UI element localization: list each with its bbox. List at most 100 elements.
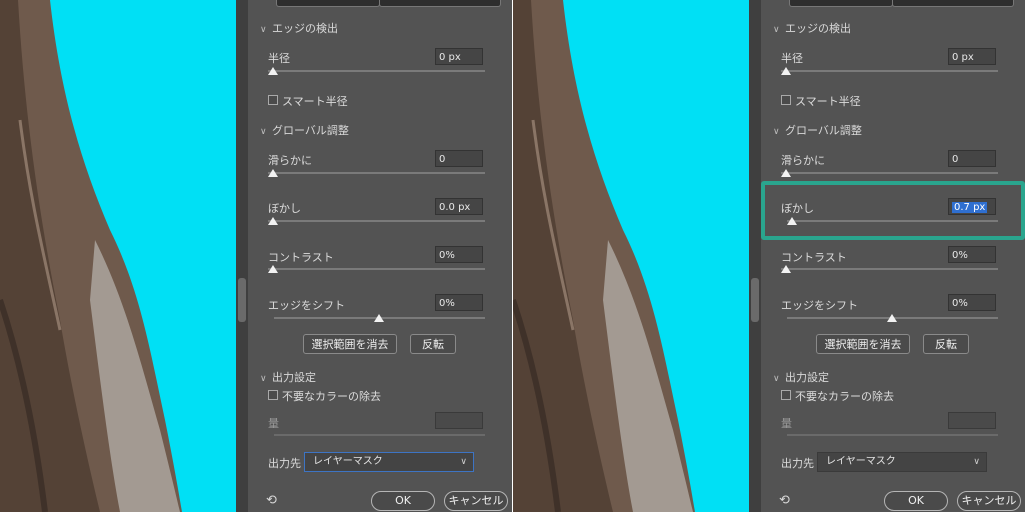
image-canvas[interactable] [513, 0, 749, 512]
tab-right[interactable] [379, 0, 501, 7]
section-title: エッジの検出 [785, 22, 851, 35]
radius-input[interactable]: 0 px [948, 48, 996, 65]
shift-edge-slider-handle[interactable] [887, 314, 897, 322]
contrast-input[interactable]: 0% [435, 246, 483, 263]
ok-button[interactable]: OK [884, 491, 948, 511]
smart-radius-checkbox[interactable] [781, 95, 791, 105]
reset-icon[interactable]: ⟲ [779, 493, 790, 508]
section-global-adjust[interactable]: ∨ グローバル調整 [260, 122, 349, 138]
chevron-down-icon: ∨ [260, 127, 267, 137]
amount-slider[interactable] [274, 434, 485, 436]
amount-input[interactable] [948, 412, 996, 429]
section-title: 出力設定 [272, 371, 316, 384]
cancel-button[interactable]: キャンセル [444, 491, 508, 511]
output-to-label: 出力先 [781, 457, 814, 470]
output-to-select[interactable]: レイヤーマスク ∨ [817, 452, 987, 472]
amount-label: 量 [268, 417, 279, 430]
section-title: 出力設定 [785, 371, 829, 384]
shift-edge-label: エッジをシフト [268, 299, 345, 312]
smooth-label: 滑らかに [781, 154, 825, 167]
fur-image [513, 0, 695, 512]
tab-right[interactable] [892, 0, 1014, 7]
contrast-slider[interactable] [268, 268, 485, 270]
smooth-slider-handle[interactable] [781, 169, 791, 177]
right-screenshot: ∨ エッジの検出 半径 0 px スマート半径 ∨ グローバル調整 滑らかに 0 ぼ… [513, 0, 1025, 512]
invert-button[interactable]: 反転 [923, 334, 969, 354]
contrast-label: コントラスト [268, 251, 334, 264]
section-global-adjust[interactable]: ∨ グローバル調整 [773, 122, 862, 138]
clear-selection-button[interactable]: 選択範囲を消去 [816, 334, 910, 354]
ok-button[interactable]: OK [371, 491, 435, 511]
shift-edge-slider-handle[interactable] [374, 314, 384, 322]
radius-label: 半径 [781, 52, 803, 65]
chevron-down-icon: ∨ [773, 25, 780, 35]
scrollbar-thumb[interactable] [751, 278, 759, 322]
radius-input[interactable]: 0 px [435, 48, 483, 65]
contrast-slider-handle[interactable] [781, 265, 791, 273]
feather-highlight-box [761, 181, 1025, 240]
smooth-slider-handle[interactable] [268, 169, 278, 177]
smart-radius-label: スマート半径 [795, 95, 861, 108]
amount-label: 量 [781, 417, 792, 430]
left-screenshot: ∨ エッジの検出 半径 0 px スマート半径 ∨ グローバル調整 滑らかに 0 ぼ… [0, 0, 512, 512]
chevron-down-icon: ∨ [773, 127, 780, 137]
shift-edge-label: エッジをシフト [781, 299, 858, 312]
smooth-input[interactable]: 0 [948, 150, 996, 167]
chevron-down-icon: ∨ [260, 374, 267, 384]
view-mode-tabs [248, 0, 512, 7]
shift-edge-input[interactable]: 0% [435, 294, 483, 311]
smooth-slider[interactable] [268, 172, 485, 174]
refine-edge-panel: ∨ エッジの検出 半径 0 px スマート半径 ∨ グローバル調整 滑らかに 0 ぼ… [761, 0, 1025, 512]
radius-slider-handle[interactable] [268, 67, 278, 75]
output-to-label: 出力先 [268, 457, 301, 470]
scrollbar-thumb[interactable] [238, 278, 246, 322]
feather-input[interactable]: 0.0 px [435, 198, 483, 215]
cancel-button[interactable]: キャンセル [957, 491, 1021, 511]
vertical-scrollbar[interactable] [236, 0, 248, 512]
radius-label: 半径 [268, 52, 290, 65]
feather-label: ぼかし [268, 202, 301, 215]
shift-edge-input[interactable]: 0% [948, 294, 996, 311]
amount-input[interactable] [435, 412, 483, 429]
feather-slider-handle[interactable] [268, 217, 278, 225]
radius-slider-handle[interactable] [781, 67, 791, 75]
smooth-slider[interactable] [781, 172, 998, 174]
section-title: グローバル調整 [785, 124, 862, 137]
section-title: グローバル調整 [272, 124, 349, 137]
vertical-scrollbar[interactable] [749, 0, 761, 512]
radius-slider[interactable] [781, 70, 998, 72]
fur-image [0, 0, 182, 512]
smart-radius-checkbox[interactable] [268, 95, 278, 105]
refine-edge-panel: ∨ エッジの検出 半径 0 px スマート半径 ∨ グローバル調整 滑らかに 0 ぼ… [248, 0, 512, 512]
section-output-settings[interactable]: ∨ 出力設定 [260, 369, 316, 385]
radius-slider[interactable] [268, 70, 485, 72]
chevron-down-icon: ∨ [973, 457, 980, 467]
clear-selection-button[interactable]: 選択範囲を消去 [303, 334, 397, 354]
amount-slider[interactable] [787, 434, 998, 436]
contrast-input[interactable]: 0% [948, 246, 996, 263]
output-to-select[interactable]: レイヤーマスク ∨ [304, 452, 474, 472]
smart-radius-label: スマート半径 [282, 95, 348, 108]
contrast-slider[interactable] [781, 268, 998, 270]
image-canvas[interactable] [0, 0, 236, 512]
section-output-settings[interactable]: ∨ 出力設定 [773, 369, 829, 385]
output-to-value: レイヤーマスク [313, 456, 383, 467]
view-mode-tabs [761, 0, 1025, 7]
output-to-value: レイヤーマスク [826, 456, 896, 467]
reset-icon[interactable]: ⟲ [266, 493, 277, 508]
contrast-slider-handle[interactable] [268, 265, 278, 273]
decontaminate-label: 不要なカラーの除去 [282, 390, 381, 403]
section-edge-detection[interactable]: ∨ エッジの検出 [260, 20, 338, 36]
decontaminate-checkbox[interactable] [781, 390, 791, 400]
invert-button[interactable]: 反転 [410, 334, 456, 354]
feather-slider[interactable] [268, 220, 485, 222]
tab-left[interactable] [276, 0, 380, 7]
tab-left[interactable] [789, 0, 893, 7]
section-edge-detection[interactable]: ∨ エッジの検出 [773, 20, 851, 36]
section-title: エッジの検出 [272, 22, 338, 35]
smooth-input[interactable]: 0 [435, 150, 483, 167]
contrast-label: コントラスト [781, 251, 847, 264]
decontaminate-checkbox[interactable] [268, 390, 278, 400]
chevron-down-icon: ∨ [773, 374, 780, 384]
smooth-label: 滑らかに [268, 154, 312, 167]
